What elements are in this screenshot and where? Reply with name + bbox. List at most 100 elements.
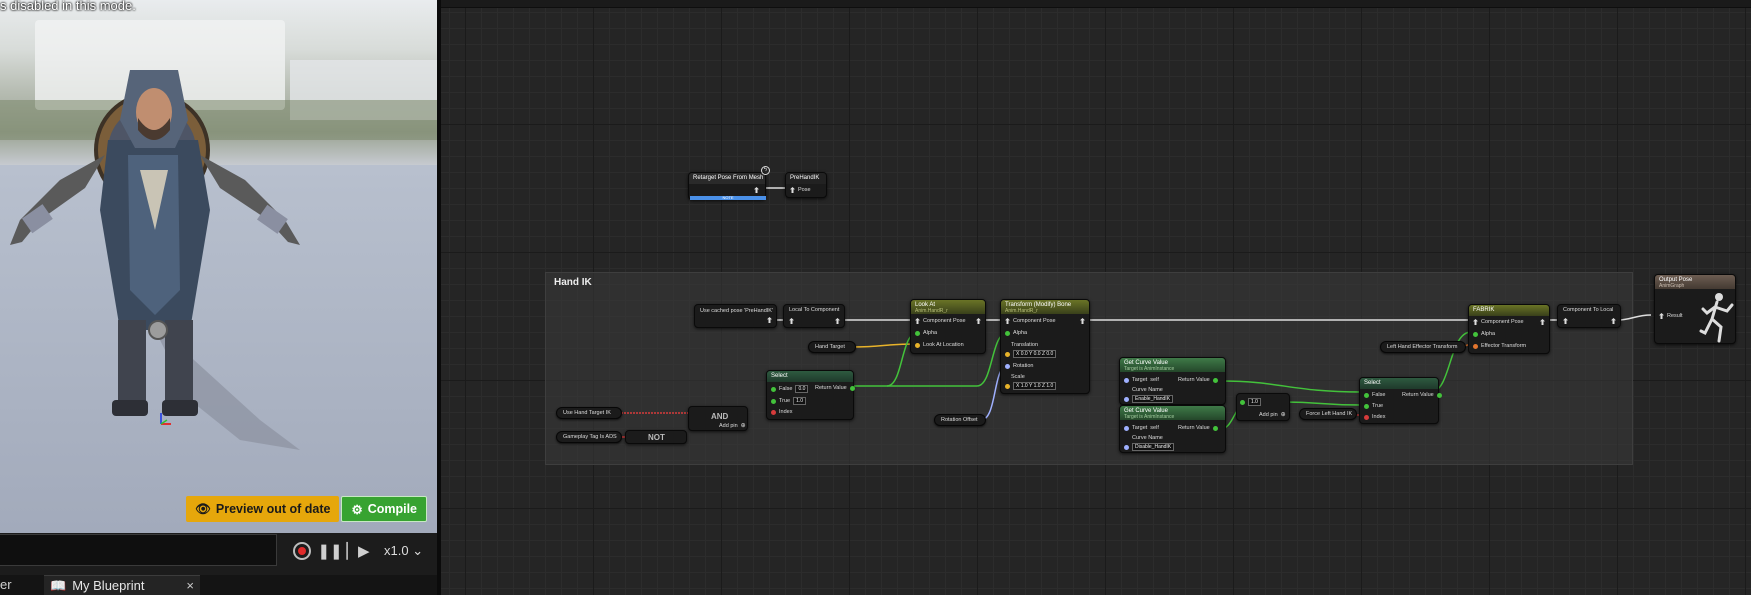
select-node-1[interactable]: Select False 0.0 Return Value True 1.0 Ind… <box>766 370 855 420</box>
transform-bone-pose-pin[interactable]: Component Pose <box>1005 318 1056 324</box>
viewport-status-badges: 👁 Preview out of date ⚙ Compile <box>186 496 428 522</box>
component-to-local-node[interactable]: Component To Local <box>1557 304 1621 328</box>
book-icon: 📖 <box>50 577 67 593</box>
look-at-alpha-pin[interactable]: Alpha <box>915 330 937 336</box>
transform-bone-alpha-pin[interactable]: Alpha <box>1005 330 1027 336</box>
axis-gizmo-icon <box>160 413 171 425</box>
select-1-false-pin[interactable]: False 0.0 <box>771 385 809 393</box>
select-2-index-pin[interactable]: Index <box>1364 414 1385 420</box>
use-cached-pose-node[interactable]: Use cached pose 'PreHandIK' <box>694 304 777 328</box>
step-forward-button[interactable]: ▏▶ <box>346 541 369 561</box>
lightning-icon: ϟ <box>761 166 770 175</box>
curve-2-subtitle: Target is AnimInstance <box>1124 414 1175 420</box>
and-add-pin[interactable]: Add pin ⊕ <box>719 422 746 430</box>
select-node-2[interactable]: Select False Return Value True Index <box>1359 377 1442 424</box>
curve-1-target-pin[interactable]: Target self <box>1124 377 1159 383</box>
left-hand-effector-transform-node[interactable]: Left Hand Effector Transform <box>1380 341 1466 353</box>
or-node[interactable]: 1.0 Add pin ⊕ <box>1236 393 1290 421</box>
transform-bone-scale-pin[interactable]: X 1.0 Y 1.0 Z 1.0 <box>1005 382 1057 390</box>
prehandik-title: PreHandIK <box>786 173 826 184</box>
output-pose-node[interactable]: Output Pose AnimGraph Result <box>1654 274 1736 344</box>
curve-2-target-pin[interactable]: Target self <box>1124 425 1159 431</box>
eye-icon: 👁 <box>195 501 211 516</box>
compile-button[interactable]: ⚙ Compile <box>341 496 428 522</box>
fabrik-node[interactable]: FABRIK Component Pose Alpha Effector Tra… <box>1468 304 1550 354</box>
fabrik-pose-pin[interactable]: Component Pose <box>1473 319 1524 325</box>
retarget-pose-node[interactable]: Retarget Pose From Mesh NOTE <box>688 172 766 200</box>
and-node[interactable]: AND Add pin ⊕ <box>688 406 748 431</box>
retarget-note-bar: NOTE <box>690 196 766 200</box>
fabrik-alpha-pin[interactable]: Alpha <box>1473 331 1495 337</box>
tab-my-blueprint[interactable]: 📖 My Blueprint × <box>44 575 200 595</box>
graph-wires <box>621 187 1652 438</box>
transform-bone-translation-pin[interactable]: X 0.0 Y 0.0 Z 0.0 <box>1005 350 1057 358</box>
playback-speed-value: x1.0 <box>384 543 409 558</box>
rotation-offset-label: Rotation Offset <box>941 417 978 423</box>
look-at-component-pose-pin[interactable]: Component Pose <box>915 318 966 324</box>
gear-icon: ⚙ <box>351 502 363 517</box>
panel-tab-bar: er 📖 My Blueprint × <box>0 575 437 595</box>
and-label: AND <box>711 412 729 421</box>
select-2-false-pin[interactable]: False <box>1364 392 1385 398</box>
anim-graph-canvas[interactable]: Hand IK Retarget Pose From Mesh NOTE ϟ P… <box>441 0 1751 595</box>
retarget-pose-output-pin[interactable] <box>754 187 759 193</box>
get-curve-value-node-2[interactable]: Get Curve Value Target is AnimInstance T… <box>1119 405 1226 453</box>
curve-1-return-pin[interactable]: Return Value <box>1178 377 1218 383</box>
preview-viewport[interactable]: s disabled in this mode. 👁 Preview out o… <box>0 0 437 533</box>
curve-2-name-pin[interactable]: Disable_HandIK <box>1124 443 1175 451</box>
select-1-index-pin[interactable]: Index <box>771 409 792 415</box>
preview-out-of-date-badge[interactable]: 👁 Preview out of date <box>186 496 340 522</box>
transform-modify-bone-node[interactable]: Transform (Modify) Bone Anim.HandR_r Com… <box>1000 299 1090 394</box>
prehandik-pose-pin[interactable]: Pose <box>790 187 811 193</box>
select-1-return-pin[interactable]: Return Value <box>815 385 855 391</box>
playback-speed-dropdown[interactable]: x1.0 ⌄ <box>384 543 423 559</box>
output-pose-result-pin[interactable]: Result <box>1659 313 1683 319</box>
timeline-scrub-area[interactable] <box>0 534 277 566</box>
transform-bone-translation-label: Translation <box>1011 342 1039 348</box>
select-2-title: Select <box>1360 378 1438 389</box>
tab-partial[interactable]: er <box>0 577 12 592</box>
local-to-component-node[interactable]: Local To Component <box>783 304 845 328</box>
select-1-true-pin[interactable]: True 1.0 <box>771 397 807 405</box>
chevron-down-icon: ⌄ <box>412 543 424 558</box>
editor-window: s disabled in this mode. 👁 Preview out o… <box>0 0 1751 595</box>
record-button[interactable] <box>292 541 312 561</box>
component-to-local-title: Component To Local <box>1563 307 1614 313</box>
force-left-hand-ik-label: Force Left Hand IK <box>1306 411 1353 417</box>
prehandik-node[interactable]: PreHandIK Pose <box>785 172 827 198</box>
curve-1-name-pin[interactable]: Enable_HandIK <box>1124 395 1174 403</box>
transform-bone-subtitle: Anim.HandR_r <box>1005 308 1038 314</box>
use-hand-target-ik-node[interactable]: Use Hand Target IK <box>556 407 622 419</box>
select-2-true-pin[interactable]: True <box>1364 403 1383 409</box>
fabrik-effector-pin[interactable]: Effector Transform <box>1473 343 1526 349</box>
retarget-pose-title: Retarget Pose From Mesh <box>689 173 765 184</box>
look-at-location-pin[interactable]: Look At Location <box>915 342 964 348</box>
curve-1-subtitle: Target is AnimInstance <box>1124 366 1175 372</box>
curve-2-return-pin[interactable]: Return Value <box>1178 425 1218 431</box>
gameplay-tag-ads-label: Gameplay Tag Is ADS <box>563 434 617 440</box>
compile-label: Compile <box>367 502 418 516</box>
hand-target-node[interactable]: Hand Target <box>808 341 856 353</box>
local-to-component-title: Local To Component <box>789 307 840 313</box>
transform-bone-rotation-pin[interactable]: Rotation <box>1005 363 1034 369</box>
pause-icon: ❚❚ <box>317 543 343 560</box>
tab-my-blueprint-label: My Blueprint <box>72 578 145 593</box>
or-value-pin[interactable]: 1.0 <box>1240 398 1261 406</box>
hand-target-label: Hand Target <box>815 344 845 350</box>
use-cached-pose-title: Use cached pose 'PreHandIK' <box>700 308 774 314</box>
pause-button[interactable]: ❚❚ <box>317 541 343 561</box>
not-label: NOT <box>648 433 665 442</box>
get-curve-value-node-1[interactable]: Get Curve Value Target is AnimInstance T… <box>1119 357 1226 405</box>
rotation-offset-node[interactable]: Rotation Offset <box>934 414 986 426</box>
cached-pose-output-pin[interactable] <box>767 317 772 323</box>
look-at-node[interactable]: Look At Anim.HandR_r Component Pose Alph… <box>910 299 986 354</box>
select-2-return-pin[interactable]: Return Value <box>1402 392 1442 398</box>
not-node[interactable]: NOT <box>625 430 687 444</box>
transform-bone-scale-label: Scale <box>1011 374 1025 380</box>
viewport-warning-text: s disabled in this mode. <box>0 0 136 13</box>
close-icon[interactable]: × <box>186 578 194 593</box>
gameplay-tag-ads-node[interactable]: Gameplay Tag Is ADS <box>556 431 622 443</box>
or-add-pin[interactable]: Add pin ⊕ <box>1259 411 1286 419</box>
running-figure-icon <box>1699 293 1734 343</box>
force-left-hand-ik-node[interactable]: Force Left Hand IK <box>1299 408 1357 420</box>
